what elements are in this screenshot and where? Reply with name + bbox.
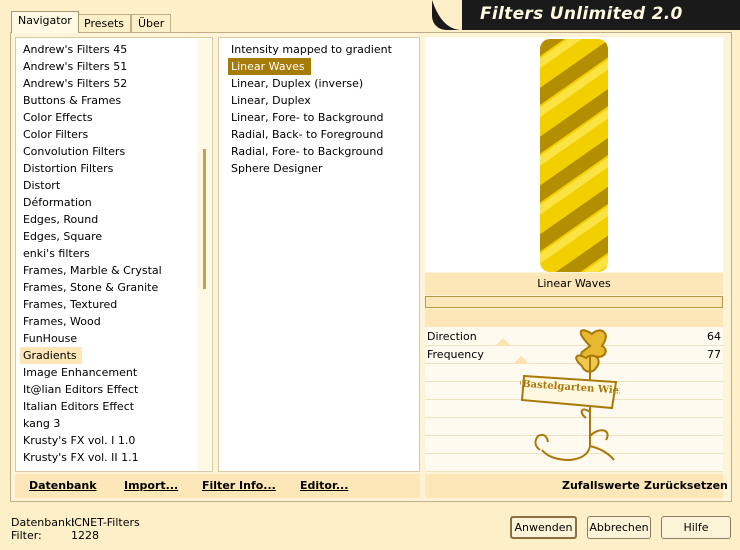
status-filter-label: Filter: [11,529,42,542]
tab-ueber-label: Über [138,17,165,30]
filter-item[interactable]: Linear, Duplex (inverse) [228,75,418,92]
filter-item[interactable]: Intensity mapped to gradient [228,41,418,58]
preview-progress-bar [425,296,723,308]
abbrechen-button[interactable]: Abbrechen [587,516,651,539]
datenbank-label: Datenbank [29,479,97,492]
param-frequency-label: Frequency [427,348,484,361]
category-item[interactable]: Andrew's Filters 52 [20,75,200,92]
category-item[interactable]: It@lian Editors Effect [20,381,200,398]
filter-item[interactable]: Radial, Fore- to Background [228,143,418,160]
editor-button[interactable]: Editor... [300,479,348,492]
editor-label: Editor... [300,479,349,492]
hilfe-label: Hilfe [683,521,709,534]
category-item[interactable]: Krusty's FX vol. II 1.1 [20,449,200,466]
param-direction-value: 64 [707,330,721,343]
zuruecksetzen-label: Zurücksetzen [644,479,728,492]
category-item[interactable]: Frames, Textured [20,296,200,313]
app-title: Filters Unlimited 2.0 [480,4,683,24]
category-item[interactable]: kang 3 [20,415,200,432]
datenbank-button[interactable]: Datenbank [29,479,97,492]
params-spacer [425,309,723,327]
category-item[interactable]: Edges, Square [20,228,200,245]
header-banner: Filters Unlimited 2.0 [432,0,740,30]
filter-item[interactable]: Linear, Fore- to Background [228,109,418,126]
category-item[interactable]: Buttons & Frames [20,92,200,109]
category-item[interactable]: Gradients [20,347,82,364]
zufallswerte-label: Zufallswerte [562,479,640,492]
tab-navigator[interactable]: Navigator [11,11,79,33]
filter-list: Intensity mapped to gradient Linear Waves… [228,41,418,177]
category-item[interactable]: Frames, Stone & Granite [20,279,200,296]
category-scrollbar[interactable] [197,39,211,470]
category-item[interactable]: Image Enhancement [20,364,200,381]
param-frequency-value: 77 [707,348,721,361]
status-filter-value: 1228 [71,529,99,542]
category-item[interactable]: FunHouse [20,330,200,347]
filter-item[interactable]: Linear, Duplex [228,92,418,109]
category-item[interactable]: enki's filters [20,245,200,262]
category-item[interactable]: Color Filters [20,126,200,143]
category-item[interactable]: Distortion Filters [20,160,200,177]
hilfe-button[interactable]: Hilfe [661,516,731,539]
category-item[interactable]: Frames, Marble & Crystal [20,262,200,279]
filter-info-label: Filter Info... [202,479,276,492]
category-item[interactable]: Andrew's Filters 51 [20,58,200,75]
category-item[interactable]: Krusty's FX vol. I 1.0 [20,432,200,449]
watermark-logo: ©Bastelgarten Wien [520,329,620,462]
category-list: Andrew's Filters 45 Andrew's Filters 51 An… [20,41,200,466]
category-panel: Andrew's Filters 45 Andrew's Filters 51 An… [15,37,213,472]
zufallswerte-button[interactable]: Zufallswerte [562,479,640,492]
filter-info-button[interactable]: Filter Info... [202,479,276,492]
anwenden-button[interactable]: Anwenden [510,516,577,539]
import-button[interactable]: Import... [124,479,178,492]
filter-item[interactable]: Linear Waves [228,58,311,75]
tab-navigator-label: Navigator [18,14,72,27]
category-item[interactable]: Italian Editors Effect [20,398,200,415]
status-datenbank-label: Datenbank: [11,516,76,529]
anwenden-label: Anwenden [514,521,573,534]
category-item[interactable]: Edges, Round [20,211,200,228]
tab-presets-label: Presets [84,17,125,30]
import-label: Import... [124,479,179,492]
status-datenbank-value: ICNET-Filters [71,516,140,529]
category-item[interactable]: Convolution Filters [20,143,200,160]
zuruecksetzen-button[interactable]: Zurücksetzen [644,479,728,492]
tab-presets[interactable]: Presets [77,14,132,32]
preview-panel [425,37,723,272]
category-item[interactable]: Andrew's Filters 45 [20,41,200,58]
preview-filter-name: Linear Waves [425,273,723,295]
category-item[interactable]: Distort [20,177,200,194]
param-direction-label: Direction [427,330,477,343]
preview-image [540,39,608,272]
category-item[interactable]: Déformation [20,194,200,211]
category-scroll-thumb[interactable] [203,149,206,289]
filter-panel: Intensity mapped to gradient Linear Waves… [218,37,420,472]
category-item[interactable]: Frames, Wood [20,313,200,330]
filter-item[interactable]: Radial, Back- to Foreground [228,126,418,143]
header-swoosh-icon [432,0,462,30]
tab-ueber[interactable]: Über [131,14,172,32]
abbrechen-label: Abbrechen [589,521,649,534]
param-direction-slider-marker[interactable] [495,337,511,346]
filter-item[interactable]: Sphere Designer [228,160,418,177]
category-item[interactable]: Color Effects [20,109,200,126]
